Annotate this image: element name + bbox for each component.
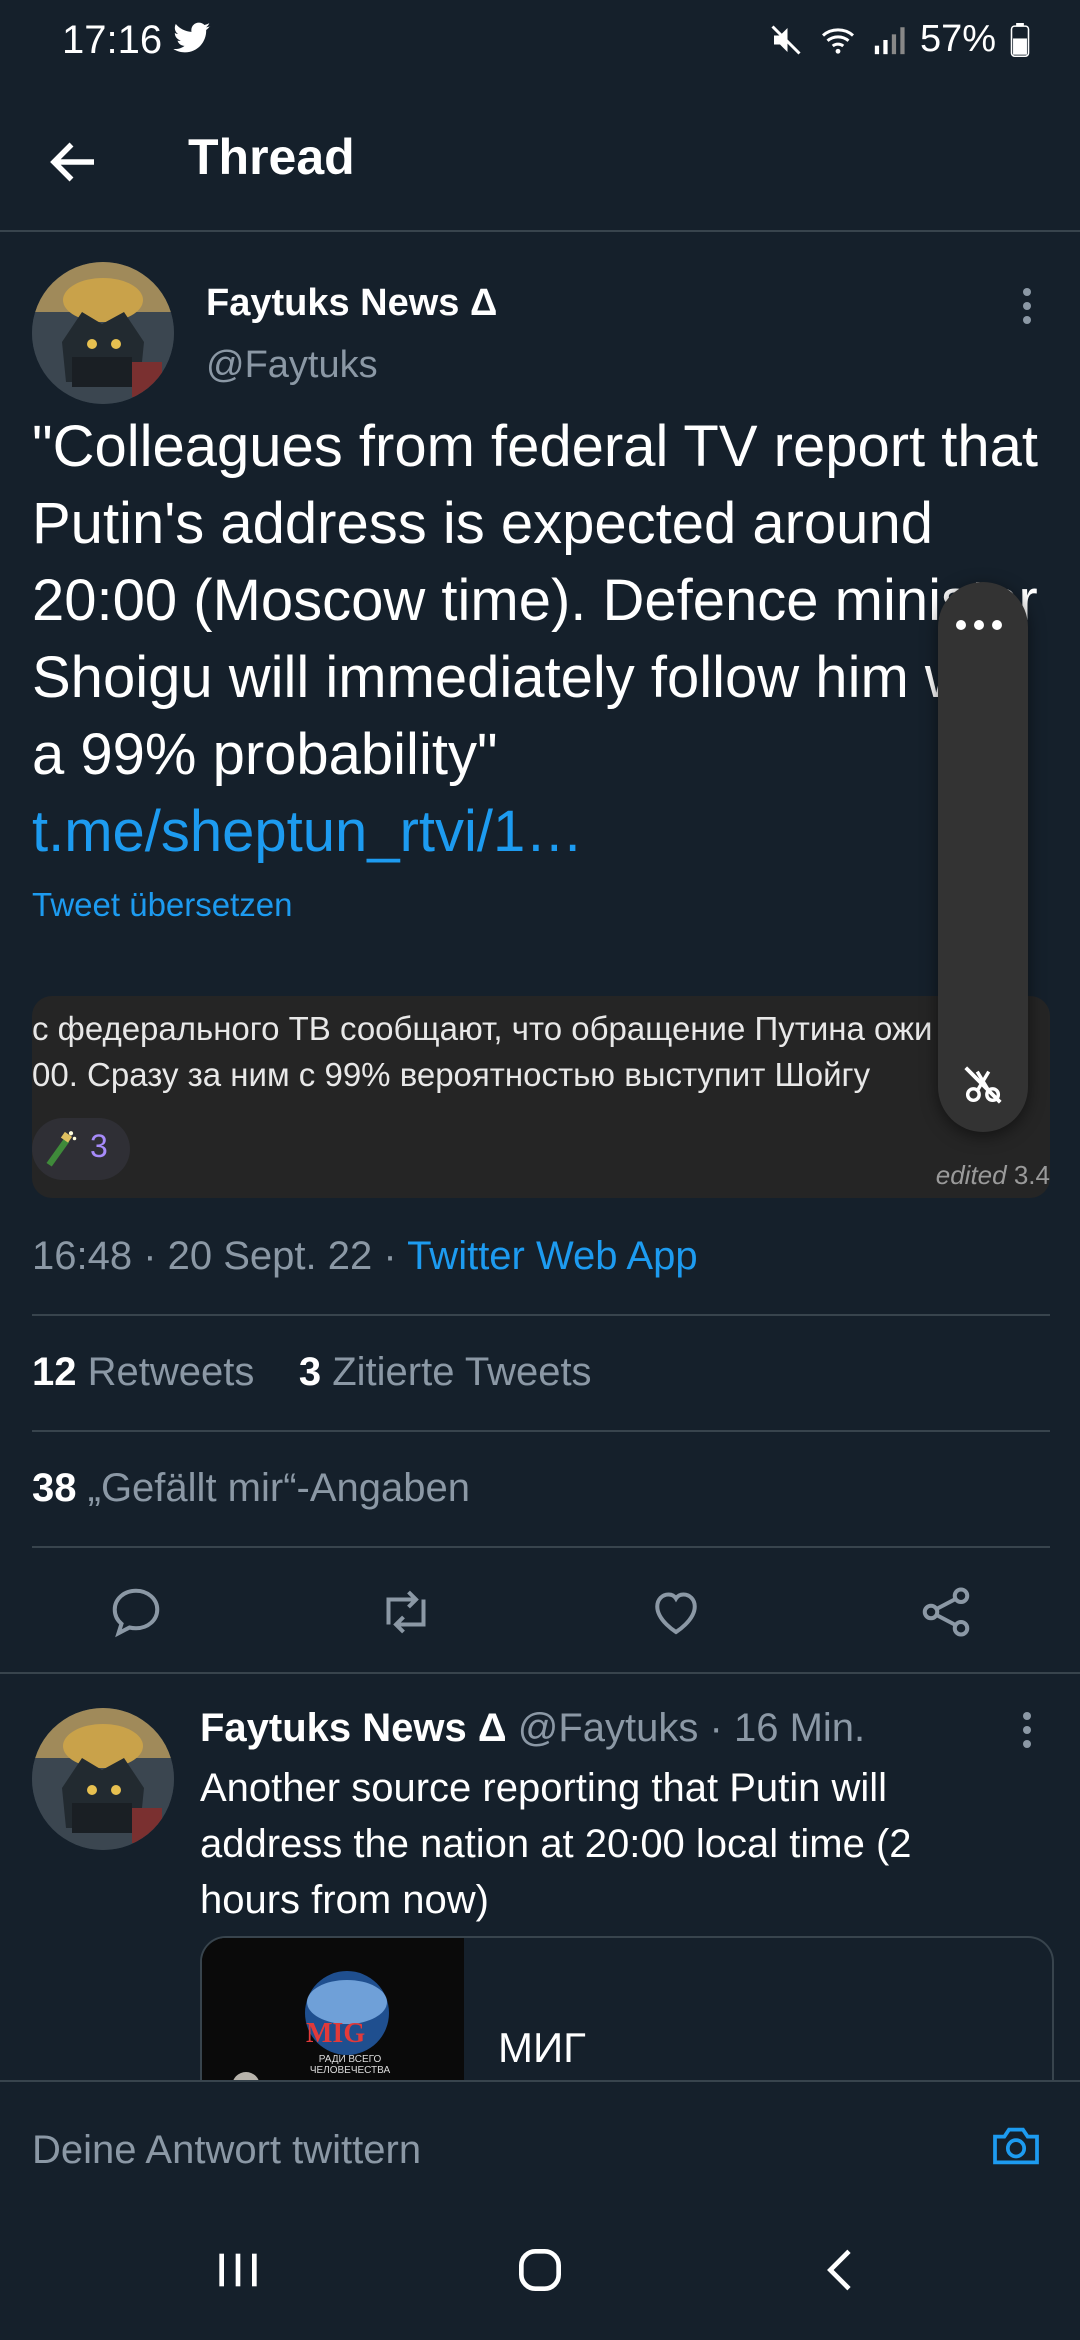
reply-author-handle[interactable]: @Faytuks bbox=[518, 1706, 699, 1750]
likes-label: „Gefällt mir“-Angaben bbox=[87, 1466, 470, 1510]
like-stats[interactable]: 38 „Gefällt mir“-Angaben bbox=[32, 1466, 470, 1511]
reply-author-name[interactable]: Faytuks News Δ bbox=[200, 1706, 507, 1750]
quotes-label: Zitierte Tweets bbox=[332, 1350, 592, 1394]
tweet-source[interactable]: Twitter Web App bbox=[407, 1234, 698, 1278]
reaction-count: 3 bbox=[90, 1128, 108, 1164]
share-icon[interactable] bbox=[916, 1582, 976, 1642]
tweet-link[interactable]: t.me/sheptun_rtvi/1… bbox=[32, 799, 583, 864]
reply-icon[interactable] bbox=[106, 1582, 166, 1642]
back-arrow-icon[interactable] bbox=[44, 132, 104, 192]
action-bar bbox=[0, 1560, 1080, 1660]
quotes-count: 3 bbox=[298, 1350, 322, 1394]
nav-back-icon[interactable] bbox=[814, 2242, 870, 2298]
wifi-icon bbox=[821, 27, 854, 54]
signal-icon bbox=[874, 26, 905, 54]
status-right: 57% bbox=[768, 18, 1030, 61]
battery-icon bbox=[1010, 22, 1030, 57]
edited-meta: edited 3.4 bbox=[936, 1160, 1050, 1191]
mute-icon bbox=[771, 24, 801, 55]
likes-count: 38 bbox=[32, 1466, 77, 1510]
reaction-badge: 3 bbox=[32, 1118, 130, 1180]
reply-input[interactable]: Deine Antwort twittern bbox=[32, 2128, 421, 2173]
battery-percent: 57% bbox=[919, 18, 996, 60]
divider bbox=[32, 1430, 1050, 1432]
card-logo-subtext: РАДИ ВСЕГО ЧЕЛОВЕЧЕСТВА bbox=[309, 2054, 391, 2076]
tweet-text: "Colleagues from federal TV report that … bbox=[32, 408, 1042, 870]
card-title: МИГ bbox=[498, 2024, 586, 2071]
divider bbox=[32, 1546, 1050, 1548]
like-icon[interactable] bbox=[646, 1582, 706, 1642]
reply-header: Faytuks News Δ @Faytuks · 16 Min. bbox=[200, 1706, 865, 1751]
card-logo-text: MIG bbox=[306, 2018, 366, 2049]
retweets-label: Retweets bbox=[87, 1350, 255, 1394]
divider bbox=[32, 1314, 1050, 1316]
camera-icon[interactable] bbox=[988, 2118, 1044, 2174]
more-vert-icon[interactable] bbox=[1020, 282, 1034, 330]
retweets-count: 12 bbox=[32, 1350, 77, 1394]
embed-line-2: 00. Сразу за ним с 99% вероятностью выст… bbox=[32, 1056, 871, 1093]
embed-line-1: с федерального ТВ сообщают, что обращени… bbox=[32, 1010, 933, 1047]
floating-media-panel[interactable] bbox=[938, 582, 1028, 1132]
tweet-meta: 16:48 · 20 Sept. 22 · Twitter Web App bbox=[32, 1234, 698, 1279]
reply-time: · 16 Min. bbox=[709, 1706, 866, 1750]
reply-text: Another source reporting that Putin will… bbox=[200, 1766, 912, 1922]
champagne-icon bbox=[46, 1131, 77, 1167]
home-icon[interactable] bbox=[510, 2242, 570, 2298]
avatar[interactable] bbox=[32, 262, 174, 404]
tweet-body: "Colleagues from federal TV report that … bbox=[32, 414, 1039, 787]
status-bar: 17:16 57% bbox=[0, 0, 1080, 80]
divider bbox=[0, 1672, 1080, 1674]
more-horiz-icon[interactable] bbox=[956, 620, 1002, 630]
reply-avatar[interactable] bbox=[32, 1708, 174, 1850]
status-time: 17:16 bbox=[62, 18, 163, 62]
edited-label: edited bbox=[935, 1160, 1007, 1190]
edited-value: 3.4 bbox=[1013, 1160, 1050, 1190]
retweet-stats[interactable]: 12 Retweets 3 Zitierte Tweets bbox=[32, 1350, 592, 1395]
author-handle[interactable]: @Faytuks bbox=[206, 344, 378, 387]
mute-media-icon[interactable] bbox=[960, 1062, 1006, 1108]
twitter-bird-icon bbox=[173, 22, 211, 53]
retweet-icon[interactable] bbox=[376, 1582, 436, 1642]
system-nav-bar bbox=[0, 2198, 1080, 2340]
page-title: Thread bbox=[188, 129, 355, 185]
embedded-media[interactable]: с федерального ТВ сообщают, что обращени… bbox=[32, 996, 1050, 1198]
more-vert-icon[interactable] bbox=[1020, 1706, 1034, 1754]
tweet-timestamp: 16:48 · 20 Sept. 22 · bbox=[32, 1234, 408, 1278]
top-app-bar: Thread bbox=[0, 80, 1080, 232]
author-name[interactable]: Faytuks News Δ bbox=[206, 282, 497, 325]
translate-link[interactable]: Tweet übersetzen bbox=[32, 886, 293, 924]
recents-icon[interactable] bbox=[210, 2242, 266, 2298]
